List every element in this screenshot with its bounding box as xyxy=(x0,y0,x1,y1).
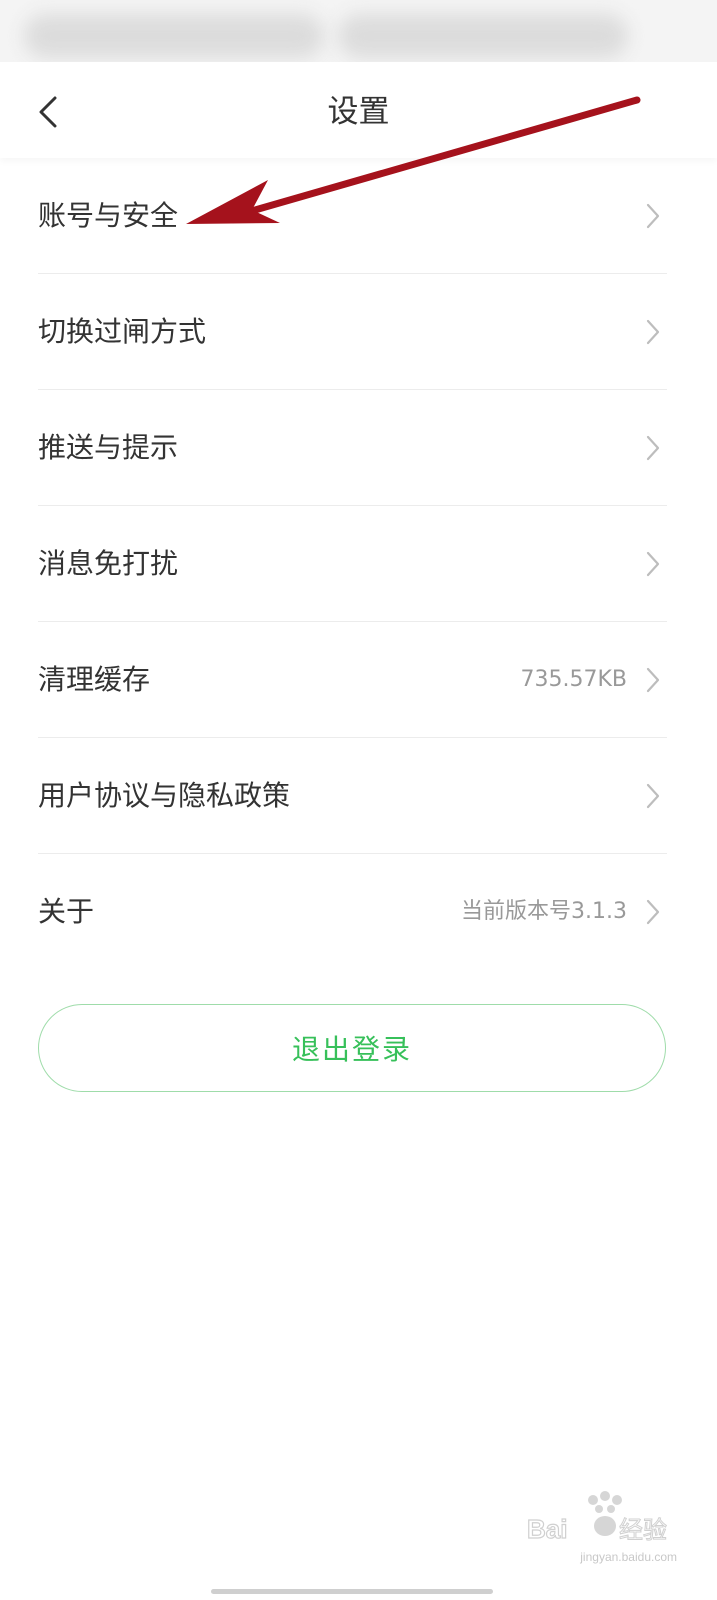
chevron-right-icon xyxy=(646,435,660,461)
settings-item-label: 消息免打扰 xyxy=(38,547,179,580)
settings-item-do-not-disturb[interactable]: 消息免打扰 xyxy=(0,506,717,622)
chevron-right-icon xyxy=(646,551,660,577)
blurred-region xyxy=(338,14,628,58)
chevron-right-icon xyxy=(646,203,660,229)
blurred-region xyxy=(24,14,324,58)
settings-item-push-notifications[interactable]: 推送与提示 xyxy=(0,390,717,506)
chevron-right-icon xyxy=(646,783,660,809)
svg-text:经验: 经验 xyxy=(619,1516,667,1544)
settings-item-label: 用户协议与隐私政策 xyxy=(38,779,291,812)
navigation-bar: 设置 xyxy=(0,62,717,158)
chevron-right-icon xyxy=(646,899,660,925)
page-title: 设置 xyxy=(327,94,390,130)
settings-item-label: 切换过闸方式 xyxy=(38,315,207,348)
settings-item-gate-mode[interactable]: 切换过闸方式 xyxy=(0,274,717,390)
watermark-url: jingyan.baidu.com xyxy=(580,1550,677,1564)
home-indicator[interactable] xyxy=(211,1589,493,1594)
version-value: 当前版本号3.1.3 xyxy=(461,899,627,924)
settings-item-about[interactable]: 关于 当前版本号3.1.3 xyxy=(0,854,717,970)
settings-item-clear-cache[interactable]: 清理缓存 735.57KB xyxy=(0,622,717,738)
svg-text:Bai: Bai xyxy=(527,1514,567,1544)
logout-label: 退出登录 xyxy=(291,1033,412,1066)
chevron-right-icon xyxy=(646,667,660,693)
settings-item-label: 关于 xyxy=(38,895,95,928)
settings-list: 账号与安全 切换过闸方式 推送与提示 消息免打扰 清理缓存 735.57KB 用… xyxy=(0,158,717,970)
settings-item-user-agreement-privacy[interactable]: 用户协议与隐私政策 xyxy=(0,738,717,854)
settings-item-account-security[interactable]: 账号与安全 xyxy=(0,158,717,274)
baidu-jingyan-logo: Bai 经验 xyxy=(527,1491,668,1545)
settings-item-label: 清理缓存 xyxy=(38,663,151,696)
logout-button[interactable]: 退出登录 xyxy=(38,1004,666,1092)
status-bar-blurred xyxy=(0,0,717,62)
settings-screen: 设置 账号与安全 切换过闸方式 推送与提示 消息免打扰 清理缓存 735.57K… xyxy=(0,0,717,1600)
chevron-right-icon xyxy=(646,319,660,345)
settings-item-label: 账号与安全 xyxy=(38,199,179,232)
cache-size-value: 735.57KB xyxy=(520,667,628,692)
settings-item-label: 推送与提示 xyxy=(38,431,179,464)
